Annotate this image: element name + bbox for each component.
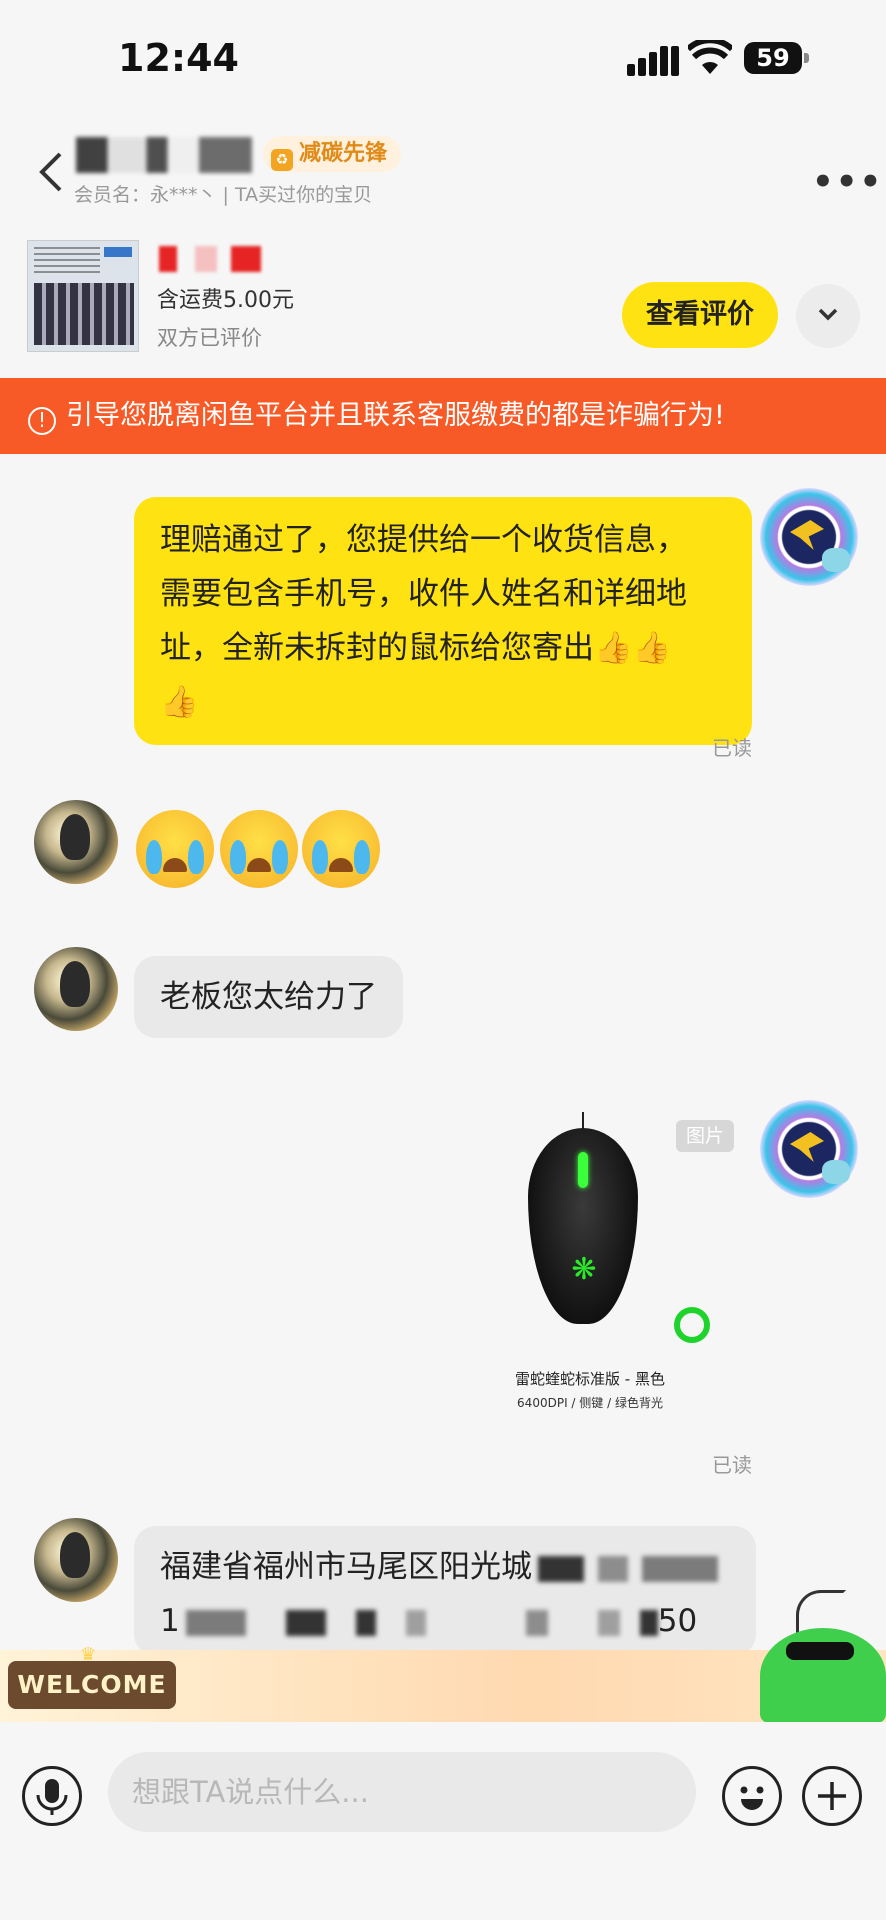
leaf-icon: ♻ <box>271 149 293 171</box>
status-bar: 12:44 59 <box>0 0 886 120</box>
member-info: 会员名：永***丶 | TA买过你的宝贝 <box>74 184 373 206</box>
contact-name-redacted <box>76 137 252 173</box>
status-time: 12:44 <box>118 36 239 80</box>
my-avatar[interactable] <box>760 1100 858 1198</box>
fraud-warning-banner: ! 引导您脱离闲鱼平台并且联系客服缴费的都是诈骗行为! <box>0 378 886 454</box>
product-thumbnail[interactable] <box>27 240 139 352</box>
image-tag: 图片 <box>676 1120 734 1152</box>
crying-emoji-icon <box>302 810 380 888</box>
shipping-fee: 含运费5.00元 <box>157 288 294 313</box>
status-ring-icon <box>674 1307 710 1343</box>
rating-status: 双方已评价 <box>157 326 262 350</box>
image-message[interactable]: ❋ 图片 雷蛇蝰蛇标准版 - 黑色 6400DPI / 侧键 / 绿色背光 <box>500 1112 740 1420</box>
gaming-mouse-image: ❋ <box>528 1128 638 1324</box>
product-card[interactable]: 含运费5.00元 双方已评价 查看评价 <box>0 230 886 378</box>
carbon-badge[interactable]: ♻ 减碳先锋 <box>263 136 402 172</box>
emoji-button[interactable] <box>722 1766 782 1826</box>
message-bubble-sent[interactable]: 理赔通过了，您提供给一个收货信息， 需要包含手机号，收件人姓名和详细地 址，全新… <box>134 497 752 745</box>
read-receipt: 已读 <box>712 1453 752 1477</box>
welcome-banner: WELCOME <box>8 1661 176 1709</box>
read-receipt: 已读 <box>712 736 752 760</box>
message-input[interactable]: 想跟TA说点什么... <box>108 1752 696 1832</box>
price-redacted <box>157 244 267 276</box>
back-arrow-icon[interactable] <box>36 150 64 194</box>
view-review-button[interactable]: 查看评价 <box>622 282 778 348</box>
signal-icon <box>627 44 681 76</box>
message-bubble-received[interactable]: 老板您太给力了 <box>134 956 403 1038</box>
more-options-icon[interactable]: ••• <box>812 162 883 202</box>
crying-emoji-icon <box>136 810 214 888</box>
contact-avatar[interactable] <box>34 800 118 884</box>
battery-icon: 59 <box>744 42 809 74</box>
smiley-icon <box>740 1786 764 1810</box>
plus-icon <box>818 1782 846 1810</box>
product-spec: 6400DPI / 侧键 / 绿色背光 <box>517 1396 663 1410</box>
mascot-icon[interactable] <box>760 1628 886 1724</box>
chat-header: ♻ 减碳先锋 会员名：永***丶 | TA买过你的宝贝 ••• <box>0 120 886 230</box>
product-caption: 雷蛇蝰蛇标准版 - 黑色 <box>515 1370 665 1388</box>
contact-avatar[interactable] <box>34 947 118 1031</box>
my-avatar[interactable] <box>760 488 858 586</box>
alert-icon: ! <box>28 407 56 435</box>
contact-avatar[interactable] <box>34 1518 118 1602</box>
add-button[interactable] <box>802 1766 862 1826</box>
wifi-icon <box>688 40 732 74</box>
address-message[interactable]: 福建省福州市马尾区阳光城 1 50 <box>134 1526 756 1656</box>
input-bar: 想跟TA说点什么... <box>0 1722 886 1920</box>
crying-emoji-icon <box>220 810 298 888</box>
voice-button[interactable] <box>22 1766 82 1826</box>
microphone-icon <box>36 1779 68 1815</box>
expand-button[interactable] <box>796 284 860 348</box>
chevron-down-icon <box>818 308 838 321</box>
